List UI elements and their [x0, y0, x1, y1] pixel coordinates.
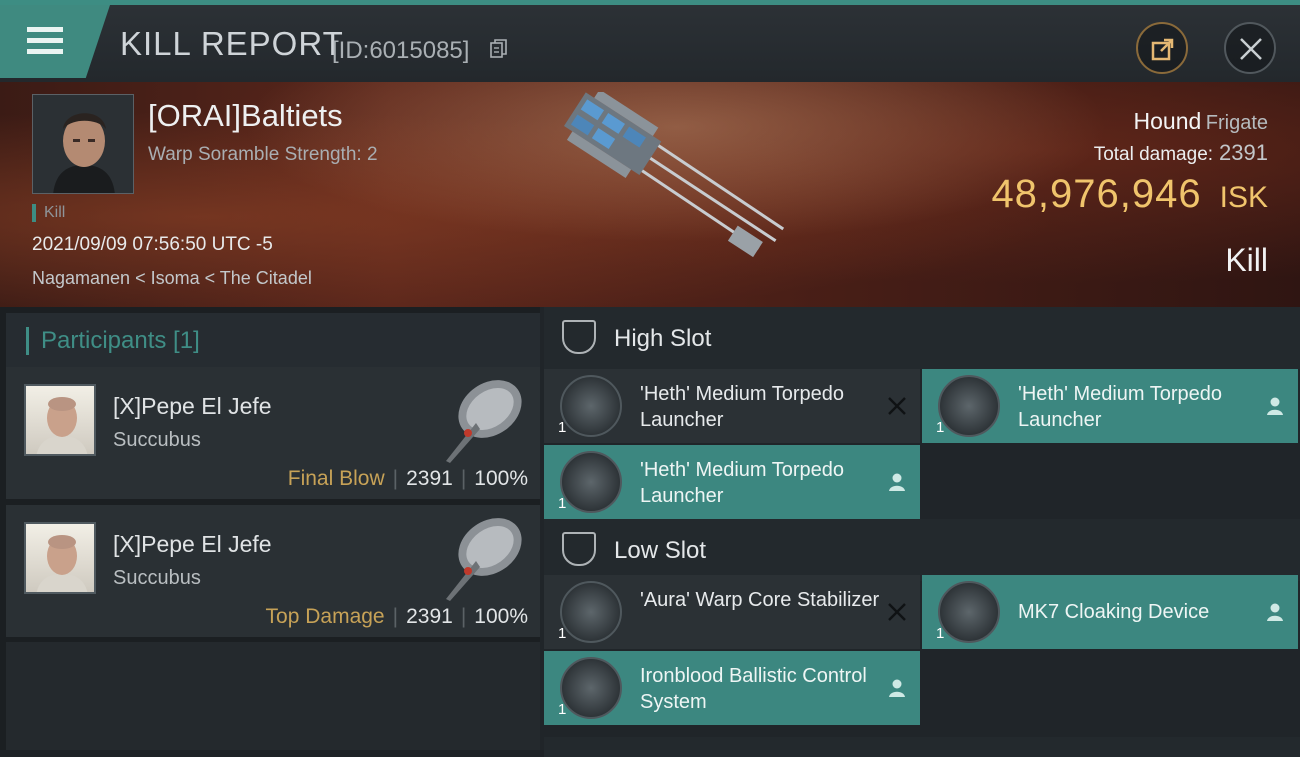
- torpedo-launcher-icon: [560, 375, 622, 437]
- module-item[interactable]: 1 'Heth' Medium Torpedo Launcher: [544, 369, 920, 443]
- ship-name: Hound: [1133, 108, 1202, 134]
- torpedo-launcher-icon: [938, 375, 1000, 437]
- module-name: 'Heth' Medium Torpedo Launcher: [640, 459, 845, 507]
- kill-tag: Kill: [32, 204, 65, 222]
- isk-value: 48,976,946 ISK: [991, 172, 1268, 217]
- person-icon: [889, 473, 905, 491]
- fitting-panel: High Slot 1 'Heth' Medium Torpedo Launch…: [540, 307, 1300, 757]
- participant-tag: Final Blow: [287, 467, 385, 490]
- module-item[interactable]: 1 MK7 Cloaking Device: [922, 575, 1298, 649]
- victim-portrait-icon: [33, 95, 133, 193]
- destroyed-icon: [888, 603, 906, 621]
- module-qty: 1: [558, 625, 567, 642]
- next-slot-header: [544, 737, 1300, 757]
- participants-panel: Participants [1] [X]Pepe El Jefe Succubu…: [0, 307, 540, 750]
- victim-subtitle: Warp Soramble Strength: 2: [148, 144, 378, 165]
- participant-percent: 100%: [474, 467, 528, 490]
- module-item[interactable]: 1 'Heth' Medium Torpedo Launcher: [544, 445, 920, 519]
- high-slot-header: High Slot: [544, 307, 1300, 369]
- participant-stats: Top Damage | 2391 | 100%: [265, 605, 528, 628]
- participant-row[interactable]: [X]Pepe El Jefe Succubus Final Blow | 2391…: [6, 367, 540, 499]
- victim-ship-icon: [563, 92, 785, 258]
- participant-row[interactable]: [X]Pepe El Jefe Succubus Top Damage | 2391…: [6, 505, 540, 637]
- copy-icon[interactable]: [490, 39, 508, 59]
- participant-ship: Succubus: [113, 429, 201, 451]
- top-bar: KILL REPORT [ID:6015085]: [0, 0, 1300, 82]
- close-icon: [1240, 38, 1262, 60]
- kill-datetime: 2021/09/09 07:56:50 UTC -5: [32, 234, 273, 255]
- participant-avatar[interactable]: [24, 522, 96, 594]
- menu-button[interactable]: [0, 5, 110, 78]
- ship-class: Frigate: [1205, 112, 1268, 134]
- participant-stats: Final Blow | 2391 | 100%: [287, 467, 528, 490]
- page-title: KILL REPORT: [120, 25, 344, 62]
- high-slot-label: High Slot: [614, 325, 712, 352]
- kill-location[interactable]: Nagamanen < Isoma < The Citadel: [32, 268, 312, 289]
- report-id: [ID:6015085]: [332, 37, 470, 64]
- close-button[interactable]: [1224, 22, 1276, 74]
- participant-name[interactable]: [X]Pepe El Jefe: [113, 393, 272, 420]
- module-item[interactable]: 1 Ironblood Ballistic Control System: [544, 651, 920, 725]
- participant-ship-icon[interactable]: [434, 509, 530, 603]
- module-item[interactable]: 1 'Aura' Warp Core Stabilizer: [544, 575, 920, 649]
- participants-empty-area: [6, 642, 540, 750]
- participant-name[interactable]: [X]Pepe El Jefe: [113, 531, 272, 558]
- module-qty: 1: [936, 625, 945, 642]
- low-slot-icon: [562, 532, 596, 566]
- participant-tag: Top Damage: [265, 605, 385, 628]
- low-slot-header: Low Slot: [544, 519, 1300, 581]
- participant-portrait-icon: [36, 535, 88, 592]
- module-qty: 1: [558, 495, 567, 512]
- high-slot-icon: [562, 320, 596, 354]
- menu-icon: [27, 27, 63, 60]
- isk-amount: 48,976,946: [991, 172, 1202, 216]
- module-item[interactable]: 1 'Heth' Medium Torpedo Launcher: [922, 369, 1298, 443]
- torpedo-launcher-icon: [560, 451, 622, 513]
- victim-ship[interactable]: Hound Frigate: [1134, 108, 1268, 135]
- kill-result: Kill: [1225, 242, 1268, 278]
- module-name: 'Heth' Medium Torpedo Launcher: [640, 383, 845, 431]
- low-slot-label: Low Slot: [614, 537, 707, 564]
- participant-percent: 100%: [474, 605, 528, 628]
- total-damage: Total damage: 2391: [1094, 140, 1268, 166]
- module-qty: 1: [936, 419, 945, 436]
- module-name: 'Heth' Medium Torpedo Launcher: [1018, 383, 1223, 431]
- module-qty: 1: [558, 701, 567, 718]
- victim-name[interactable]: [ORAI]Baltiets: [148, 98, 343, 134]
- module-name: 'Aura' Warp Core Stabilizer: [640, 589, 880, 611]
- person-icon: [1267, 397, 1283, 415]
- isk-unit: ISK: [1219, 181, 1268, 214]
- module-name: MK7 Cloaking Device: [1018, 601, 1210, 623]
- participant-damage: 2391: [406, 605, 453, 628]
- module-name: Ironblood Ballistic Control System: [640, 665, 867, 713]
- participant-ship: Succubus: [113, 567, 201, 589]
- total-damage-value: 2391: [1219, 140, 1268, 165]
- participants-title: Participants [1]: [26, 327, 200, 355]
- destroyed-icon: [888, 397, 906, 415]
- participants-header: Participants [1]: [6, 313, 540, 369]
- total-damage-label: Total damage:: [1093, 144, 1214, 165]
- share-icon: [1151, 38, 1174, 61]
- share-button[interactable]: [1136, 22, 1188, 74]
- participant-ship-icon[interactable]: [434, 371, 530, 465]
- participant-avatar[interactable]: [24, 384, 96, 456]
- participant-damage: 2391: [406, 467, 453, 490]
- ballistic-control-icon: [560, 657, 622, 719]
- person-icon: [1267, 603, 1283, 621]
- participant-portrait-icon: [36, 397, 88, 454]
- victim-avatar[interactable]: [32, 94, 134, 194]
- warp-core-stabilizer-icon: [560, 581, 622, 643]
- victim-banner: [ORAI]Baltiets Warp Soramble Strength: 2…: [0, 82, 1300, 307]
- module-qty: 1: [558, 419, 567, 436]
- person-icon: [889, 679, 905, 697]
- cloaking-device-icon: [938, 581, 1000, 643]
